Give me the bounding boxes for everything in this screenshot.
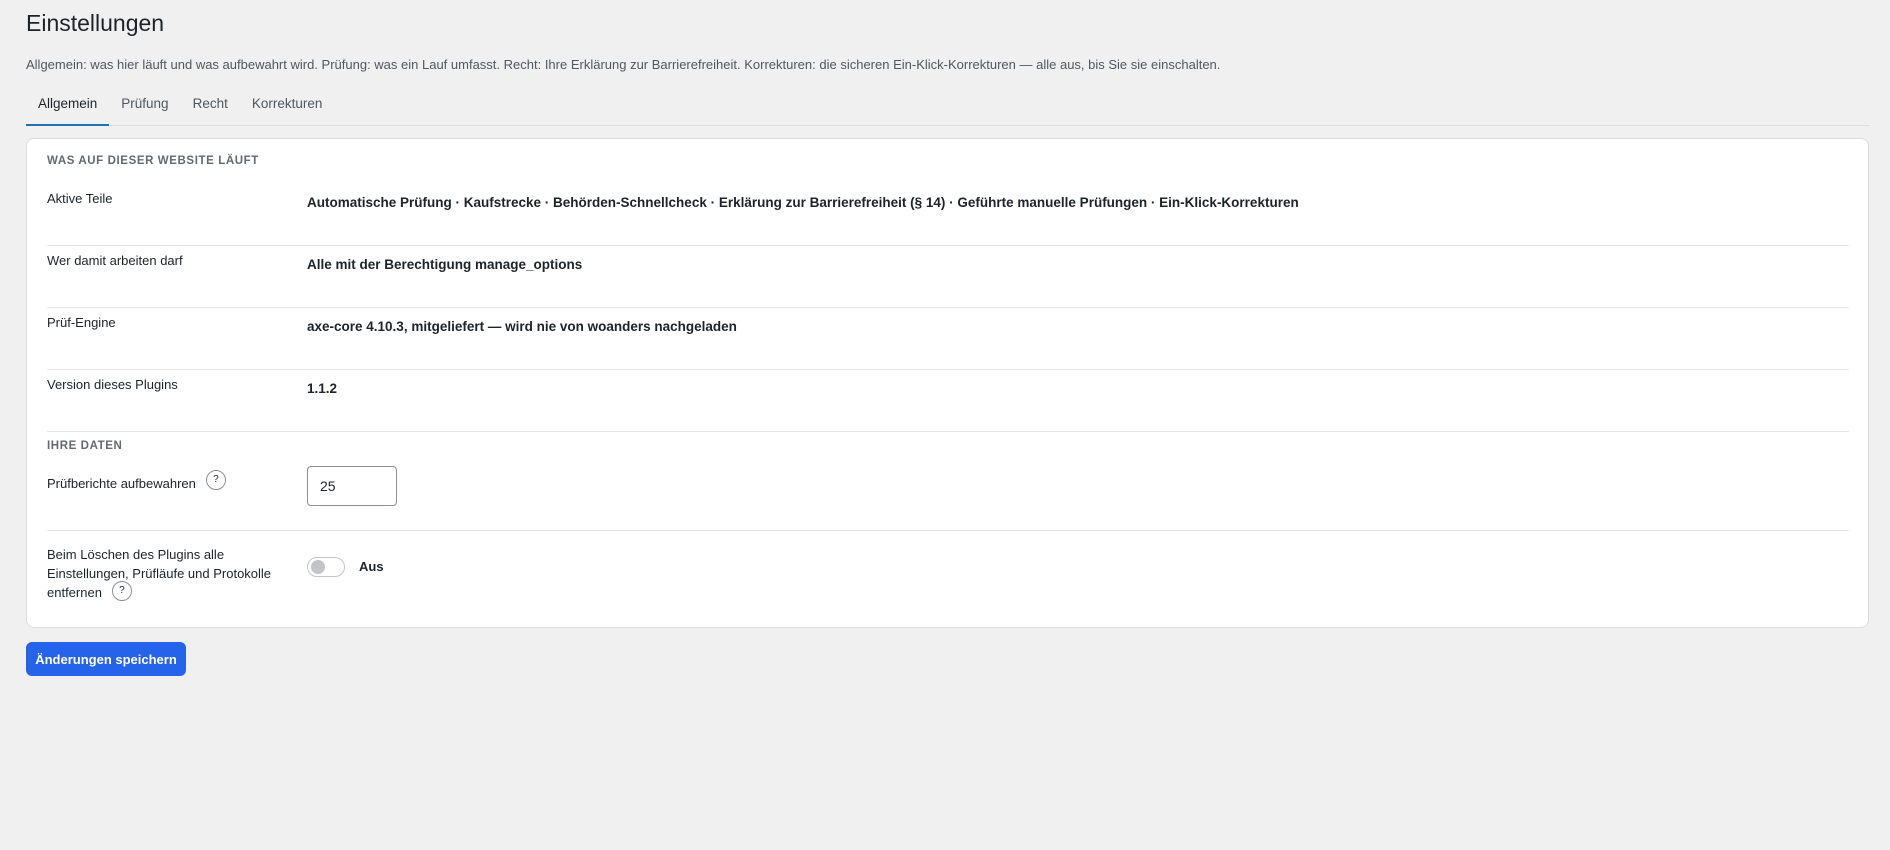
retention-input[interactable]: [307, 466, 397, 506]
save-button[interactable]: Änderungen speichern: [26, 642, 186, 676]
delete-on-uninstall-label: Beim Löschen des Plugins alle Einstellun…: [47, 547, 272, 600]
tab-recht[interactable]: Recht: [181, 87, 240, 124]
settings-row-delete-on-uninstall: Beim Löschen des Plugins alle Einstellun…: [47, 545, 1849, 621]
section-heading-data: Ihre Daten: [47, 440, 123, 452]
row-value: Automatische Prüfung · Kaufstrecke · Beh…: [307, 195, 1299, 210]
row-value: Alle mit der Berechtigung manage_options: [307, 257, 583, 272]
settings-row-version: Version dieses Plugins 1.1.2: [47, 369, 1849, 432]
row-label: Prüf-Engine: [47, 315, 116, 330]
tab-pruefung[interactable]: Prüfung: [109, 87, 180, 124]
settings-card: Was auf dieser Website läuft Aktive Teil…: [26, 138, 1869, 628]
tab-allgemein[interactable]: Allgemein: [26, 87, 110, 126]
row-label: Version dieses Plugins: [47, 377, 178, 392]
retention-label: Prüfberichte aufbewahren: [47, 476, 196, 491]
settings-row-retention: Prüfberichte aufbewahren?: [47, 466, 1849, 531]
row-label: Aktive Teile: [47, 191, 113, 206]
section-heading-site: Was auf dieser Website läuft: [47, 155, 259, 167]
row-label: Beim Löschen des Plugins alle Einstellun…: [47, 545, 287, 604]
settings-row-permissions: Wer damit arbeiten darf Alle mit der Ber…: [47, 245, 1849, 308]
row-value: axe-core 4.10.3, mitgeliefert — wird nie…: [307, 319, 737, 334]
tab-korrekturen[interactable]: Korrekturen: [240, 87, 335, 124]
toggle-state-label: Aus: [359, 559, 384, 574]
settings-row-active-parts: Aktive Teile Automatische Prüfung · Kauf…: [47, 183, 1849, 246]
toggle-knob: [311, 560, 325, 574]
page-description: Allgemein: was hier läuft und was aufbew…: [26, 57, 1221, 72]
row-label: Wer damit arbeiten darf: [47, 253, 183, 268]
page-title: Einstellungen: [26, 10, 165, 36]
delete-on-uninstall-toggle[interactable]: [307, 557, 345, 577]
help-icon[interactable]: ?: [205, 469, 226, 490]
settings-tabs: Allgemein Prüfung Recht Korrekturen: [26, 87, 1869, 126]
settings-row-engine: Prüf-Engine axe-core 4.10.3, mitgeliefer…: [47, 307, 1849, 370]
help-icon[interactable]: ?: [111, 580, 132, 601]
row-value: 1.1.2: [307, 381, 338, 396]
row-label: Prüfberichte aufbewahren?: [47, 469, 226, 495]
